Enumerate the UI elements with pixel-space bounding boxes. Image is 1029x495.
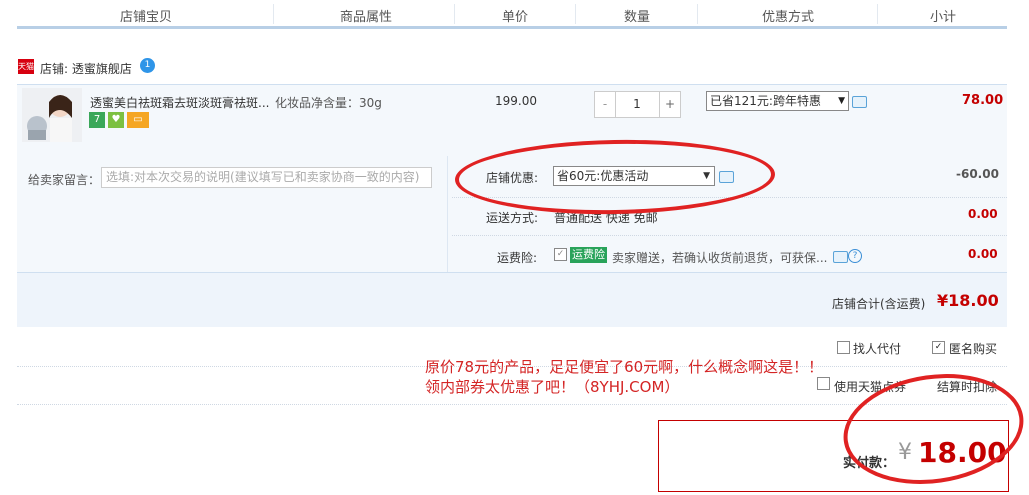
- divider: [452, 235, 1007, 236]
- freight-insurance-tag: 运费险: [570, 247, 607, 263]
- table-header: 店铺宝贝 商品属性 单价 数量 优惠方式 小计: [0, 0, 1029, 28]
- shop-total-amount: ¥18.00: [937, 291, 999, 310]
- unit-price: 199.00: [495, 94, 537, 108]
- header-divider: [454, 4, 455, 24]
- chat-bubble-icon[interactable]: [833, 251, 848, 263]
- find-payer-checkbox[interactable]: [837, 341, 850, 354]
- product-title[interactable]: 透蜜美白祛斑霜去斑淡斑膏祛斑...: [90, 94, 269, 111]
- checkbox-icon[interactable]: ✓: [554, 248, 567, 261]
- insurance-desc: 卖家赠送，若确认收货前退货，可获保...: [612, 251, 828, 265]
- shop-discount-amount: -60.00: [956, 167, 999, 181]
- col-shop-item: 店铺宝贝: [120, 10, 173, 25]
- col-qty: 数量: [624, 10, 651, 25]
- shipping-label: 运送方式:: [486, 211, 539, 225]
- item-promo-value: 已省121元:跨年特惠: [710, 94, 821, 108]
- tmall-points-checkbox[interactable]: [817, 377, 830, 390]
- divider: [447, 156, 448, 272]
- help-icon[interactable]: ?: [848, 249, 862, 263]
- header-divider: [697, 4, 698, 24]
- shop-badge-icon[interactable]: 1: [140, 58, 155, 73]
- guarantee-icon[interactable]: ♥: [108, 112, 124, 128]
- header-divider: [273, 4, 274, 24]
- item-subtotal: 78.00: [962, 93, 1004, 108]
- col-subtotal: 小计: [930, 10, 957, 25]
- header-divider: [877, 4, 878, 24]
- col-attr: 商品属性: [340, 10, 393, 25]
- shop-name[interactable]: 店铺: 透蜜旗舰店: [40, 60, 132, 77]
- header-underline: [17, 26, 1007, 29]
- find-payer-label[interactable]: 找人代付: [853, 340, 901, 357]
- quantity-stepper: - 1 +: [594, 91, 681, 118]
- qty-minus-button[interactable]: -: [595, 92, 616, 117]
- qty-plus-button[interactable]: +: [659, 92, 680, 117]
- message-input[interactable]: 选填:对本次交易的说明(建议填写已和卖家协商一致的内容): [101, 167, 432, 188]
- product-thumbnail[interactable]: [22, 88, 82, 142]
- product-attribute: 化妆品净含量：30g: [275, 96, 382, 110]
- qty-input[interactable]: 1: [616, 92, 658, 117]
- shop-total-label: 店铺合计(含运费): [832, 297, 926, 311]
- chat-bubble-icon[interactable]: [852, 96, 867, 108]
- annotation-line-2: 领内部券太优惠了吧！（8YHJ.COM）: [425, 378, 680, 396]
- item-promo-select[interactable]: 已省121元:跨年特惠 ▼: [706, 91, 849, 111]
- header-divider: [575, 4, 576, 24]
- col-price: 单价: [502, 10, 529, 25]
- seven-day-return-icon[interactable]: 7: [89, 112, 105, 128]
- shipping-amount: 0.00: [968, 207, 998, 221]
- col-promo: 优惠方式: [762, 10, 815, 25]
- anonymous-label[interactable]: 匿名购买: [949, 340, 997, 357]
- dropdown-arrow-icon: ▼: [838, 96, 845, 106]
- credit-card-icon[interactable]: ▭: [127, 112, 149, 128]
- insurance-amount: 0.00: [968, 247, 998, 261]
- tmall-icon: 天猫: [18, 59, 34, 74]
- message-label: 给卖家留言：: [28, 173, 101, 187]
- annotation-line-1: 原价78元的产品，足足便宜了60元啊，什么概念啊这是！！: [425, 358, 824, 376]
- insurance-label: 运费险:: [497, 251, 538, 265]
- anonymous-checkbox[interactable]: ✓: [932, 341, 945, 354]
